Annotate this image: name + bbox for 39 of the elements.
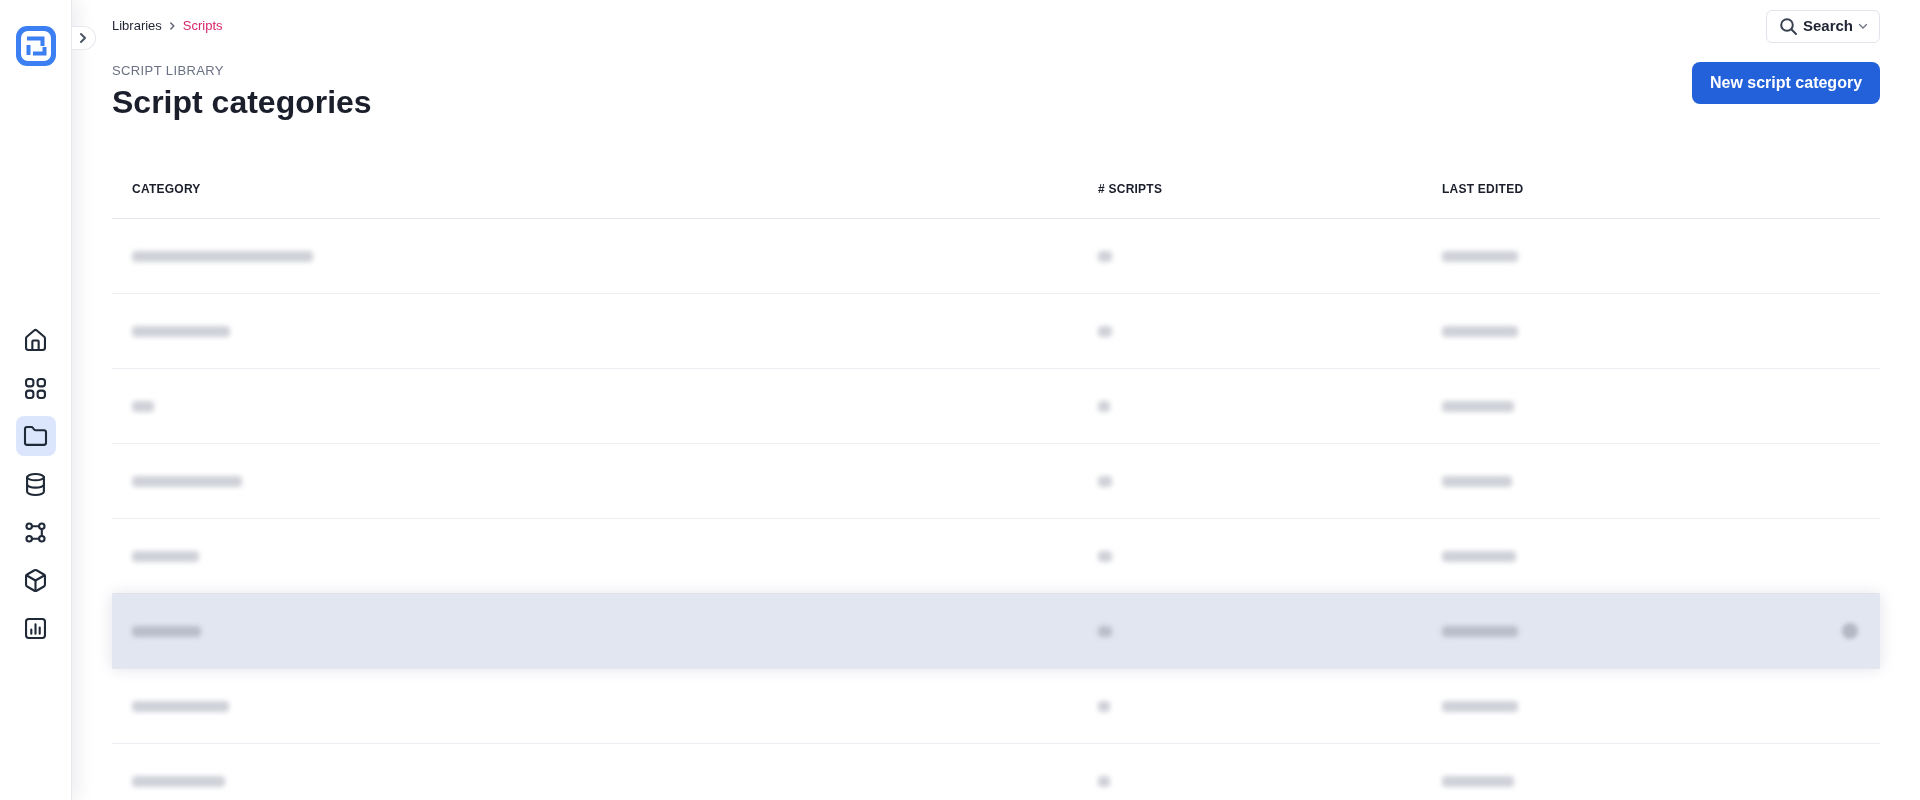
search-icon <box>1780 18 1797 35</box>
blurred-text <box>132 625 201 637</box>
blurred-text <box>1098 625 1112 637</box>
cube-icon <box>25 569 46 591</box>
logo-icon <box>15 26 56 66</box>
breadcrumb-link[interactable]: Libraries <box>112 16 162 36</box>
folder-icon <box>25 425 46 447</box>
blurred-text <box>1442 400 1514 412</box>
grid-icon <box>25 377 46 399</box>
breadcrumb-current: Scripts <box>182 17 223 36</box>
page-title: Script categories <box>112 83 372 121</box>
blurred-icon[interactable] <box>1842 623 1858 639</box>
nodes-icon <box>25 521 46 543</box>
database-icon <box>25 473 46 495</box>
page-eyebrow: SCRIPT LIBRARY <box>112 63 225 79</box>
blurred-text <box>1098 550 1112 562</box>
home-icon <box>25 329 46 351</box>
table-row[interactable] <box>112 594 1880 669</box>
column-header: LAST EDITED <box>1442 181 1524 196</box>
blurred-text <box>1098 775 1110 787</box>
column-header: CATEGORY <box>132 181 201 196</box>
chevron-right-icon <box>169 22 175 30</box>
new-category-button[interactable]: New script category <box>1692 62 1880 104</box>
blurred-text <box>1098 400 1110 412</box>
blurred-text <box>1098 250 1112 262</box>
chevron-down-icon <box>1859 24 1868 29</box>
blurred-text <box>1442 475 1512 487</box>
blurred-text <box>132 400 154 412</box>
blurred-text <box>1098 325 1112 337</box>
blurred-text <box>1442 775 1514 787</box>
sidebar-nav-button[interactable] <box>15 416 56 456</box>
search-button[interactable]: Search <box>1766 10 1880 43</box>
blurred-text <box>132 550 199 562</box>
blurred-text <box>1098 700 1110 712</box>
column-header: # SCRIPTS <box>1098 181 1163 196</box>
sidebar-toggle-button[interactable] <box>72 26 96 50</box>
bar-chart-icon <box>25 617 46 639</box>
blurred-text <box>1098 475 1112 487</box>
chevron-right-icon <box>79 33 86 43</box>
